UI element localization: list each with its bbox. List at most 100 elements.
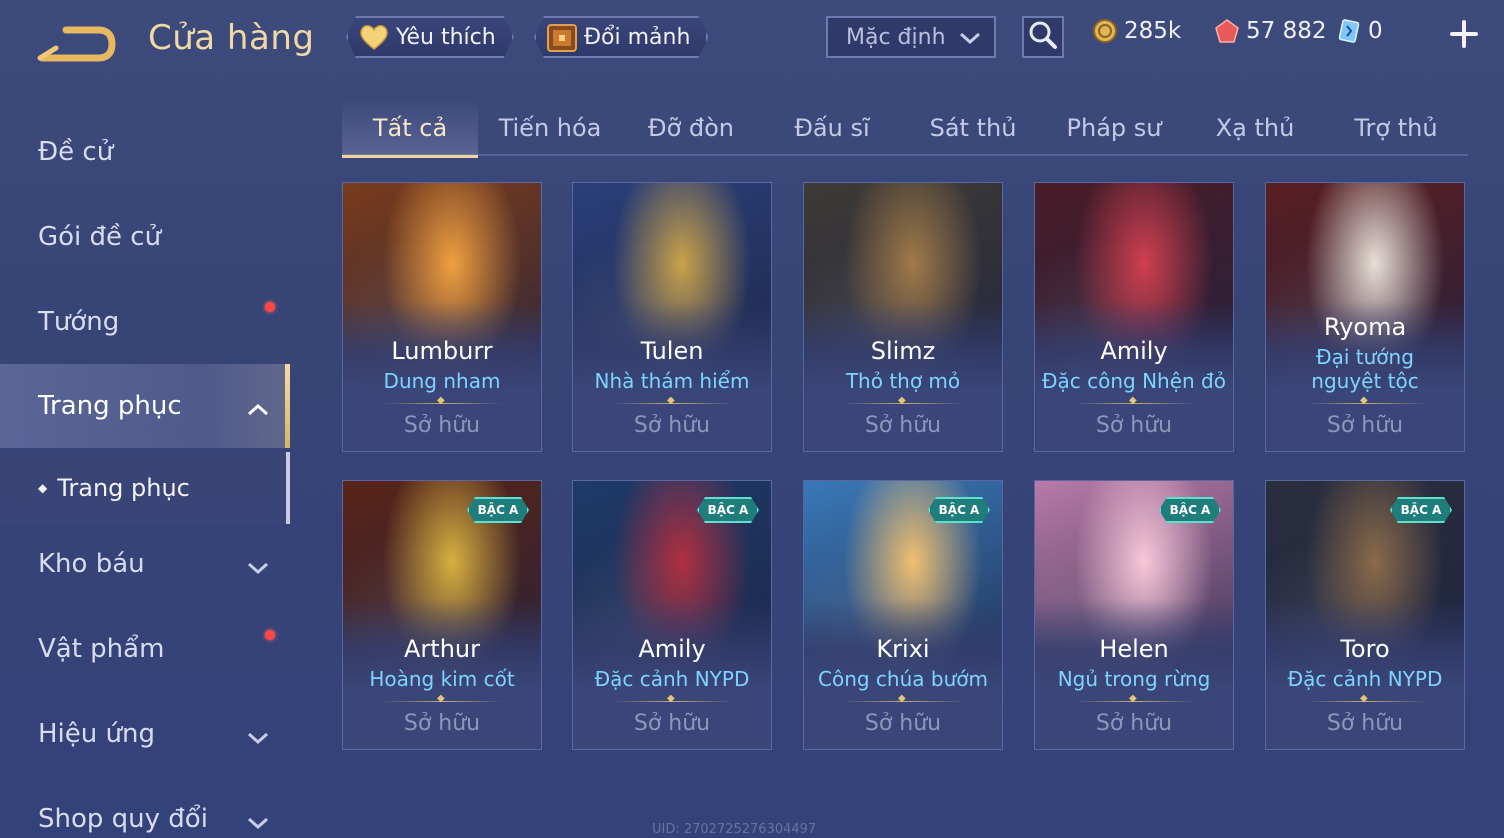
hero-name: Tulen	[640, 337, 704, 365]
tier-badge: BẬC A	[928, 497, 990, 523]
tier-badge: BẬC A	[1390, 497, 1452, 523]
skin-name: Đặc công Nhện đỏ	[1042, 369, 1226, 393]
ornament-divider	[1075, 693, 1195, 704]
tab-tank[interactable]: Đỡ đòn	[623, 100, 759, 156]
sort-dropdown[interactable]: Mặc định	[826, 16, 996, 58]
owned-status: Sở hữu	[1095, 711, 1173, 736]
top-bar: Cửa hàng Yêu thích Đổi mảnh Mặc định 285…	[0, 0, 1504, 80]
chevron-down-icon	[246, 554, 270, 584]
gold-currency: 285k	[1092, 18, 1181, 44]
tab-all[interactable]: Tất cả	[342, 100, 478, 158]
sidebar-item-label: Đề cử	[38, 137, 114, 167]
plus-icon[interactable]	[1446, 16, 1482, 52]
tab-marksman[interactable]: Xạ thủ	[1187, 100, 1323, 156]
sidebar-item-exchange-shop[interactable]: Shop quy đổi	[0, 777, 290, 838]
ornament-divider	[1306, 693, 1426, 704]
hero-name: Slimz	[870, 337, 936, 365]
role-tabs: Tất cả Tiến hóa Đỡ đòn Đấu sĩ Sát thủ Ph…	[342, 100, 1468, 158]
search-icon	[1028, 20, 1058, 54]
skin-card[interactable]: Ryoma Đại tướng nguyệt tộc Sở hữu	[1265, 182, 1465, 452]
skin-name: Đặc cảnh NYPD	[1287, 667, 1443, 691]
sidebar-item-label: Tướng	[38, 307, 120, 337]
sidebar-item-recommended[interactable]: Đề cử	[0, 110, 290, 194]
diamond-bullet-icon: ◆	[38, 481, 48, 495]
hero-name: Ryoma	[1323, 313, 1407, 341]
sidebar-item-label: Trang phục	[38, 391, 182, 421]
tab-warrior[interactable]: Đấu sĩ	[764, 100, 900, 156]
crystal-amount: 0	[1368, 18, 1383, 44]
voucher-currency: 57 882	[1214, 18, 1326, 44]
chevron-down-icon	[246, 809, 270, 838]
skin-name: Thỏ thợ mỏ	[845, 369, 961, 393]
sidebar-item-skins[interactable]: Trang phục	[0, 364, 290, 448]
sidebar-item-recommended-bundles[interactable]: Gói đề cử	[0, 195, 290, 279]
ornament-divider	[383, 395, 503, 406]
tab-evolution[interactable]: Tiến hóa	[482, 100, 618, 156]
red-gem-icon	[1214, 18, 1240, 44]
exchange-shards-button[interactable]: Đổi mảnh	[534, 16, 708, 58]
favorites-button[interactable]: Yêu thích	[346, 16, 514, 58]
owned-status: Sở hữu	[1326, 413, 1404, 438]
skin-card[interactable]: Tulen Nhà thám hiểm Sở hữu	[572, 182, 772, 452]
sidebar-item-items[interactable]: Vật phẩm	[0, 607, 290, 691]
sidebar-subitem-skins[interactable]: ◆ Trang phục	[0, 452, 290, 524]
skin-card[interactable]: BẬC A Arthur Hoàng kim cốt Sở hữu	[342, 480, 542, 750]
chevron-up-icon	[246, 396, 270, 426]
sidebar: Đề cử Gói đề cử Tướng Trang phục ◆ Trang…	[0, 100, 290, 838]
hero-name: Amily	[638, 635, 706, 663]
owned-status: Sở hữu	[633, 711, 711, 736]
search-button[interactable]	[1022, 16, 1064, 58]
ornament-divider	[844, 693, 964, 704]
skin-card[interactable]: BẬC A Helen Ngủ trong rừng Sở hữu	[1034, 480, 1234, 750]
tab-mage[interactable]: Pháp sư	[1046, 100, 1182, 156]
skin-card[interactable]: Slimz Thỏ thợ mỏ Sở hữu	[803, 182, 1003, 452]
back-arrow-icon[interactable]	[36, 22, 116, 66]
ornament-divider	[383, 693, 503, 704]
tier-badge: BẬC A	[467, 497, 529, 523]
hero-name: Lumburr	[391, 337, 493, 365]
skin-name: Công chúa bướm	[818, 667, 988, 691]
sidebar-item-effects[interactable]: Hiệu ứng	[0, 692, 290, 776]
skin-card[interactable]: BẬC A Toro Đặc cảnh NYPD Sở hữu	[1265, 480, 1465, 750]
hero-name: Helen	[1099, 635, 1169, 663]
page-title: Cửa hàng	[148, 18, 315, 58]
treasure-chest-icon	[544, 21, 580, 53]
skin-card[interactable]: BẬC A Krixi Công chúa bướm Sở hữu	[803, 480, 1003, 750]
skin-name: Nhà thám hiểm	[594, 369, 750, 393]
hero-name: Toro	[1340, 635, 1390, 663]
owned-status: Sở hữu	[1326, 711, 1404, 736]
hero-name: Amily	[1100, 337, 1168, 365]
skin-card[interactable]: BẬC A Amily Đặc cảnh NYPD Sở hữu	[572, 480, 772, 750]
ornament-divider	[1075, 395, 1195, 406]
heart-icon	[356, 21, 392, 53]
chevron-down-icon	[246, 724, 270, 754]
sidebar-item-label: Shop quy đổi	[38, 804, 208, 834]
owned-status: Sở hữu	[633, 413, 711, 438]
skin-card[interactable]: Amily Đặc công Nhện đỏ Sở hữu	[1034, 182, 1234, 452]
sidebar-item-label: Vật phẩm	[38, 634, 165, 664]
gold-coin-icon	[1092, 18, 1118, 44]
hero-name: Arthur	[404, 635, 480, 663]
skin-name: Đặc cảnh NYPD	[594, 667, 750, 691]
owned-status: Sở hữu	[864, 711, 942, 736]
sort-selected-value: Mặc định	[846, 24, 946, 50]
sidebar-item-label: Kho báu	[38, 549, 145, 579]
ornament-divider	[613, 395, 733, 406]
crystal-currency: 0	[1336, 18, 1383, 44]
sidebar-item-heroes[interactable]: Tướng	[0, 280, 290, 364]
voucher-amount: 57 882	[1246, 18, 1327, 44]
tab-support[interactable]: Trợ thủ	[1328, 100, 1464, 156]
tab-assassin[interactable]: Sát thủ	[905, 100, 1041, 156]
skin-name: Dung nham	[383, 369, 501, 393]
skin-card[interactable]: Lumburr Dung nham Sở hữu	[342, 182, 542, 452]
ornament-divider	[844, 395, 964, 406]
crystal-card-icon	[1336, 18, 1362, 44]
hero-name: Krixi	[876, 635, 930, 663]
sidebar-item-label: Hiệu ứng	[38, 719, 155, 749]
favorites-label: Yêu thích	[396, 24, 496, 50]
sidebar-item-treasure[interactable]: Kho báu	[0, 522, 290, 606]
tier-badge: BẬC A	[697, 497, 759, 523]
uid-watermark: UID: 2702725276304497	[652, 822, 817, 837]
exchange-label: Đổi mảnh	[584, 24, 691, 50]
ornament-divider	[1306, 395, 1426, 406]
